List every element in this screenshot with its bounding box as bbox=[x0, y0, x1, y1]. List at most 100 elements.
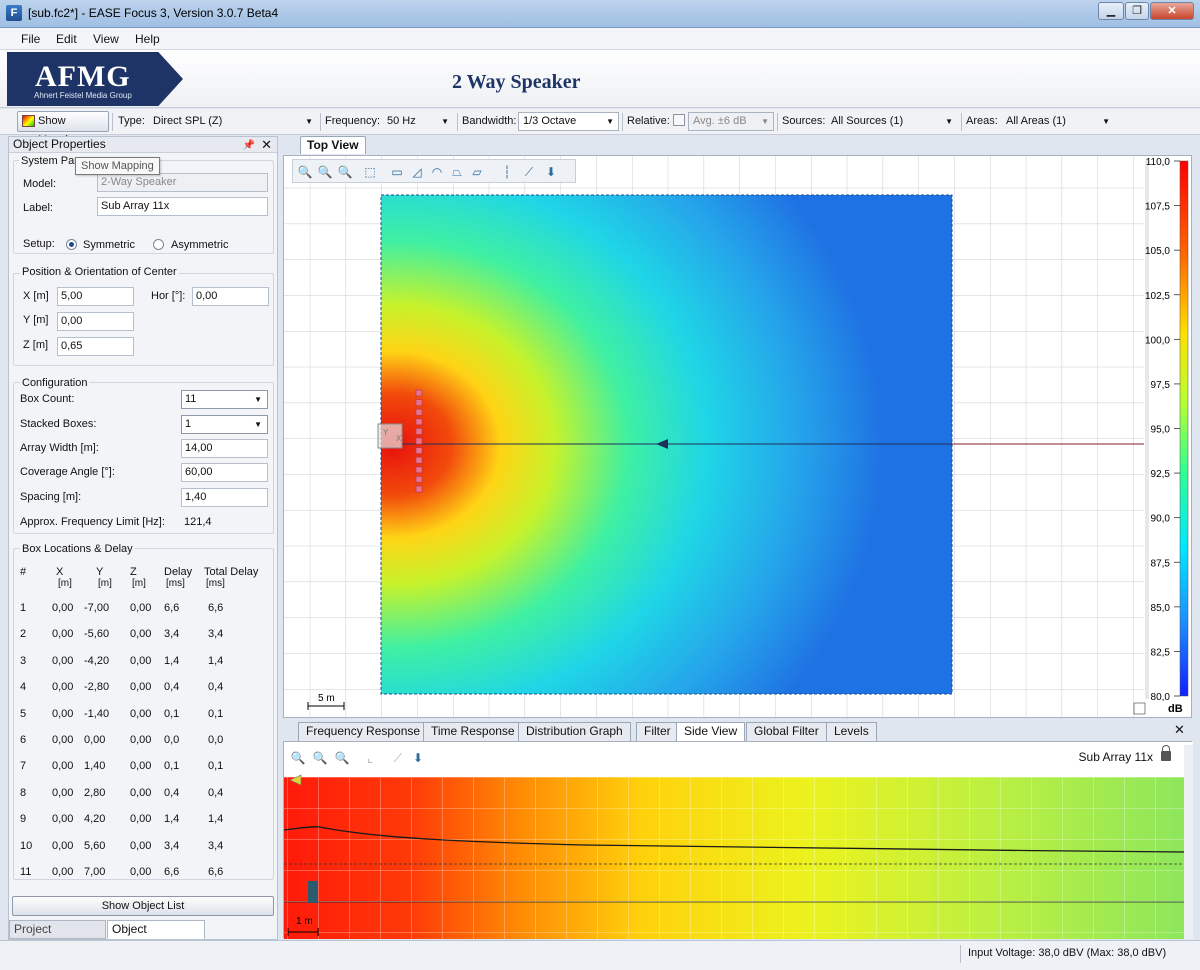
side-view-canvas[interactable]: 1 m 🔍 🔍 🔍 ⌞ ⟋ ⬇ Sub Array 11x bbox=[283, 741, 1193, 939]
y-field[interactable]: 0,00 bbox=[57, 312, 134, 331]
box-table-cell: 0,00 bbox=[130, 786, 152, 799]
tab-side-view[interactable]: Side View bbox=[676, 722, 746, 741]
relative-checkbox[interactable] bbox=[673, 114, 685, 126]
tab-object-properties[interactable]: Object Properties bbox=[107, 920, 205, 953]
spacing-field[interactable]: 1,40 bbox=[181, 488, 268, 507]
selected-object-label: Sub Array 11x bbox=[1078, 750, 1153, 764]
frequency-select[interactable]: 50 Hz ▼ bbox=[382, 112, 454, 131]
menu-view[interactable]: View bbox=[93, 32, 119, 46]
chart-icon[interactable]: ⌞ bbox=[362, 750, 378, 766]
legend-color-bar bbox=[1179, 160, 1189, 697]
line-array-icon[interactable]: ┆ bbox=[499, 164, 515, 180]
legend-unit: dB bbox=[1168, 703, 1183, 715]
fan-area-icon[interactable]: ◿ bbox=[409, 164, 425, 180]
legend-tick-label: 97,5 bbox=[1151, 380, 1171, 391]
coverage-angle-field[interactable]: 60,00 bbox=[181, 463, 268, 482]
box-table-cell: 0,4 bbox=[208, 681, 224, 694]
side-zoom-out-icon[interactable]: 🔍 bbox=[312, 750, 328, 766]
tab-frequency-response[interactable]: Frequency Response bbox=[298, 722, 429, 741]
zoom-in-icon[interactable]: 🔍 bbox=[297, 164, 313, 180]
rectangle-area-icon[interactable]: ▭ bbox=[389, 164, 405, 180]
side-zoom-fit-icon[interactable]: 🔍 bbox=[334, 750, 350, 766]
array-width-field[interactable]: 14,00 bbox=[181, 439, 268, 458]
sub-array-boxes[interactable] bbox=[415, 389, 423, 493]
box-count-select[interactable]: 11 ▼ bbox=[181, 390, 268, 409]
tab-project-properties[interactable]: Project Properties bbox=[9, 920, 106, 953]
symmetric-radio[interactable] bbox=[66, 239, 77, 250]
type-select[interactable]: Direct SPL (Z) ▼ bbox=[148, 112, 318, 131]
z-field[interactable]: 0,65 bbox=[57, 337, 134, 356]
menu-edit[interactable]: Edit bbox=[56, 32, 77, 46]
measure-icon[interactable]: ⟋ bbox=[521, 164, 537, 180]
axis-x-label: X bbox=[396, 434, 402, 443]
show-object-list-button[interactable]: Show Object List bbox=[12, 896, 274, 916]
box-table-cell: 0,00 bbox=[52, 813, 74, 826]
box-table-cell: 0,00 bbox=[130, 813, 152, 826]
relative-select[interactable]: Avg. ±6 dB ▼ bbox=[688, 112, 774, 131]
label-field[interactable]: Sub Array 11x bbox=[97, 197, 268, 216]
close-button[interactable]: ✕ bbox=[1150, 2, 1194, 20]
box-table-unit: [m] bbox=[132, 578, 146, 589]
show-mapping-button[interactable]: Show Mapping bbox=[17, 111, 109, 146]
box-table-cell: 0,00 bbox=[130, 628, 152, 641]
frequency-label: Frequency: bbox=[325, 115, 381, 127]
bottom-panel-close-icon[interactable]: ✕ bbox=[1174, 722, 1185, 738]
bandwidth-label: Bandwidth: bbox=[462, 115, 517, 127]
top-view-canvas[interactable]: Y X 5 m 110,0 107,5 105,0 102,5 100,0 97,5 95,… bbox=[283, 155, 1192, 719]
box-table-cell: 0,00 bbox=[52, 628, 74, 641]
x-field[interactable]: 5,00 bbox=[57, 287, 134, 306]
box-table-cell: 7 bbox=[20, 760, 27, 773]
speaker-box bbox=[415, 389, 423, 397]
tab-time-response[interactable]: Time Response bbox=[423, 722, 523, 741]
axis-y-label: Y bbox=[383, 428, 389, 437]
tab-global-filter[interactable]: Global Filter bbox=[746, 722, 827, 741]
view-toolbar: 🔍 🔍 🔍 ⬚ ▭ ◿ ◠ ⏢ ⏥ ┆ ⟋ ⬇ bbox=[292, 159, 576, 183]
box-table-cell: 0,00 bbox=[130, 681, 152, 694]
pin-icon[interactable]: 📌 bbox=[243, 138, 255, 153]
box-table-cell: 0,00 bbox=[130, 760, 152, 773]
speaker-box bbox=[415, 418, 423, 426]
box-table-header: Y bbox=[96, 566, 104, 578]
box-table-cell: 0,00 bbox=[52, 760, 74, 773]
bandwidth-select[interactable]: 1/3 Octave ▼ bbox=[518, 112, 619, 131]
minimize-button[interactable]: ▁ bbox=[1098, 2, 1124, 20]
stacked-boxes-select[interactable]: 1 ▼ bbox=[181, 415, 268, 434]
panel-close-icon[interactable]: ✕ bbox=[261, 137, 272, 152]
tab-distribution-graph[interactable]: Distribution Graph bbox=[518, 722, 631, 741]
maximize-button[interactable]: ❐ bbox=[1125, 2, 1149, 20]
polygon-area-icon[interactable]: ⏥ bbox=[469, 164, 485, 180]
legend-tick-label: 82,5 bbox=[1151, 647, 1171, 658]
mapping-toolbar: Show Mapping Type: Direct SPL (Z)▼ Frequ… bbox=[0, 109, 1200, 146]
menu-file[interactable]: File bbox=[21, 32, 40, 46]
box-table-cell: 3,4 bbox=[164, 628, 180, 641]
menu-help[interactable]: Help bbox=[135, 32, 160, 46]
status-bar: Input Voltage: 38,0 dBV (Max: 38,0 dBV) bbox=[0, 940, 1200, 970]
side-zoom-in-icon[interactable]: 🔍 bbox=[290, 750, 306, 766]
areas-select[interactable]: All Areas (1) ▼ bbox=[1001, 112, 1115, 131]
tab-top-view[interactable]: Top View bbox=[300, 136, 366, 154]
box-table-cell: 0,00 bbox=[52, 681, 74, 694]
legend-tick-label: 92,5 bbox=[1151, 469, 1171, 480]
tab-filter[interactable]: Filter bbox=[636, 722, 679, 741]
box-table-cell: 1 bbox=[20, 602, 27, 614]
speaker-box bbox=[415, 437, 423, 445]
hor-field[interactable]: 0,00 bbox=[192, 287, 269, 306]
zoom-fit-icon[interactable]: 🔍 bbox=[337, 164, 353, 180]
select-area-icon[interactable]: ⬚ bbox=[362, 164, 378, 180]
tab-levels[interactable]: Levels bbox=[826, 722, 877, 741]
asymmetric-radio[interactable] bbox=[153, 239, 164, 250]
box-table-cell: 0,00 bbox=[130, 602, 152, 614]
box-table-unit: [m] bbox=[98, 578, 112, 589]
model-field[interactable]: 2-Way Speaker bbox=[97, 173, 268, 192]
lock-icon[interactable] bbox=[1161, 745, 1171, 761]
sources-select[interactable]: All Sources (1) ▼ bbox=[826, 112, 958, 131]
box-table-cell: 7,00 bbox=[84, 866, 106, 878]
box-table-unit: [ms] bbox=[166, 578, 185, 589]
zoom-out-icon[interactable]: 🔍 bbox=[317, 164, 333, 180]
side-measure-icon[interactable]: ⟋ bbox=[390, 750, 406, 766]
box-table-cell: 3 bbox=[20, 654, 27, 667]
microphone-icon[interactable]: ⬇ bbox=[543, 164, 559, 180]
arc-area-icon[interactable]: ◠ bbox=[429, 164, 445, 180]
trapezoid-area-icon[interactable]: ⏢ bbox=[449, 164, 465, 180]
side-microphone-icon[interactable]: ⬇ bbox=[410, 750, 426, 766]
